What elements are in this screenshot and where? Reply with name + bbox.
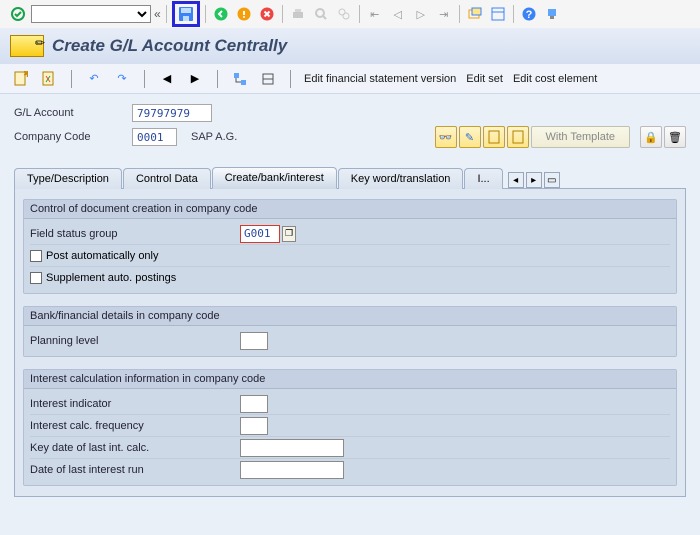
- create-doc-icon[interactable]: [483, 126, 505, 148]
- tab-control-data[interactable]: Control Data: [123, 168, 211, 189]
- tab-keyword-translation[interactable]: Key word/translation: [338, 168, 464, 189]
- display-change-icon[interactable]: 👓: [435, 126, 457, 148]
- group-title: Control of document creation in company …: [24, 200, 676, 219]
- where-used-icon[interactable]: [259, 70, 277, 88]
- key-date-label: Key date of last int. calc.: [30, 442, 240, 454]
- page-title: Create G/L Account Centrally: [52, 36, 287, 56]
- field-status-group-input[interactable]: [240, 225, 280, 243]
- help-icon[interactable]: ?: [519, 4, 539, 24]
- interest-freq-input[interactable]: [240, 417, 268, 435]
- nav-prev-icon[interactable]: ◀: [158, 70, 176, 88]
- company-code-desc: SAP A.G.: [191, 131, 237, 143]
- post-auto-label: Post automatically only: [46, 250, 159, 262]
- nav-next-icon[interactable]: ▶: [186, 70, 204, 88]
- planning-level-label: Planning level: [30, 335, 240, 347]
- tab-create-bank-interest[interactable]: Create/bank/interest: [212, 167, 337, 189]
- find-next-icon[interactable]: [334, 4, 354, 24]
- last-run-input[interactable]: [240, 461, 344, 479]
- edit-fs-link[interactable]: Edit financial statement version: [304, 73, 456, 85]
- transaction-icon: [10, 35, 44, 57]
- doc-toggle-icon[interactable]: [40, 70, 58, 88]
- title-bar: Create G/L Account Centrally: [0, 28, 700, 64]
- key-date-input[interactable]: [240, 439, 344, 457]
- cancel-icon[interactable]: [257, 4, 277, 24]
- interest-indicator-input[interactable]: [240, 395, 268, 413]
- settings-icon[interactable]: [542, 4, 562, 24]
- edit-set-link[interactable]: Edit set: [466, 73, 503, 85]
- layout-icon[interactable]: [488, 4, 508, 24]
- group-doc-control: Control of document creation in company …: [23, 199, 677, 294]
- create-ref-icon[interactable]: [507, 126, 529, 148]
- gl-account-input[interactable]: [132, 104, 212, 122]
- svg-text:?: ?: [525, 9, 532, 21]
- supplement-auto-label: Supplement auto. postings: [46, 272, 176, 284]
- back-icon[interactable]: [211, 4, 231, 24]
- ok-icon[interactable]: [8, 4, 28, 24]
- tab-scroll-right-icon[interactable]: ▸: [526, 172, 542, 188]
- group-title: Bank/financial details in company code: [24, 307, 676, 326]
- edit-icon[interactable]: ✎: [459, 126, 481, 148]
- fsg-label: Field status group: [30, 228, 240, 240]
- new-session-icon[interactable]: [465, 4, 485, 24]
- delete-icon[interactable]: 🗑: [664, 126, 686, 148]
- with-template-button[interactable]: With Template: [531, 126, 631, 148]
- header-actions: 👓 ✎ With Template 🔒 🗑: [435, 126, 687, 148]
- company-code-input[interactable]: [132, 128, 177, 146]
- company-code-label: Company Code: [14, 131, 124, 143]
- save-button[interactable]: [176, 4, 196, 24]
- edit-ce-link[interactable]: Edit cost element: [513, 73, 597, 85]
- main-area: G/L Account Company Code SAP A.G. 👓 ✎ Wi…: [0, 94, 700, 535]
- lock-icon[interactable]: 🔒: [640, 126, 662, 148]
- tab-list-icon[interactable]: ▭: [544, 172, 560, 188]
- doc-create-icon[interactable]: ✱: [12, 70, 30, 88]
- interest-freq-label: Interest calc. frequency: [30, 420, 240, 432]
- last-run-label: Date of last interest run: [30, 464, 240, 476]
- command-field[interactable]: [31, 5, 151, 23]
- tab-strip: Type/Description Control Data Create/ban…: [14, 166, 686, 188]
- interest-indicator-label: Interest indicator: [30, 398, 240, 410]
- next-page-icon[interactable]: ▷: [411, 4, 431, 24]
- tree-icon[interactable]: [231, 70, 249, 88]
- group-bank-details: Bank/financial details in company code P…: [23, 306, 677, 357]
- first-page-icon[interactable]: ⇤: [365, 4, 385, 24]
- gl-account-label: G/L Account: [14, 107, 124, 119]
- post-auto-checkbox[interactable]: Post automatically only: [30, 250, 159, 262]
- print-icon[interactable]: [288, 4, 308, 24]
- find-icon[interactable]: [311, 4, 331, 24]
- f4-help-icon[interactable]: ❐: [282, 226, 296, 242]
- group-interest-calc: Interest calculation information in comp…: [23, 369, 677, 486]
- group-title: Interest calculation information in comp…: [24, 370, 676, 389]
- system-toolbar: « ⇤ ◁ ▷ ⇥ ?: [0, 0, 700, 28]
- undo-icon[interactable]: ↶: [85, 70, 103, 88]
- tab-overflow[interactable]: I...: [464, 168, 502, 189]
- application-toolbar: ✱ ↶ ↷ ◀ ▶ Edit financial statement versi…: [0, 64, 700, 94]
- tab-scroll-left-icon[interactable]: ◂: [508, 172, 524, 188]
- last-page-icon[interactable]: ⇥: [434, 4, 454, 24]
- prev-page-icon[interactable]: ◁: [388, 4, 408, 24]
- planning-level-input[interactable]: [240, 332, 268, 350]
- tab-type-description[interactable]: Type/Description: [14, 168, 122, 189]
- supplement-auto-checkbox[interactable]: Supplement auto. postings: [30, 272, 176, 284]
- exit-icon[interactable]: [234, 4, 254, 24]
- collapse-icon[interactable]: «: [154, 7, 161, 21]
- save-button-highlight: [172, 1, 200, 27]
- tab-panel: Control of document creation in company …: [14, 188, 686, 497]
- svg-text:✱: ✱: [23, 71, 28, 80]
- redo-icon[interactable]: ↷: [113, 70, 131, 88]
